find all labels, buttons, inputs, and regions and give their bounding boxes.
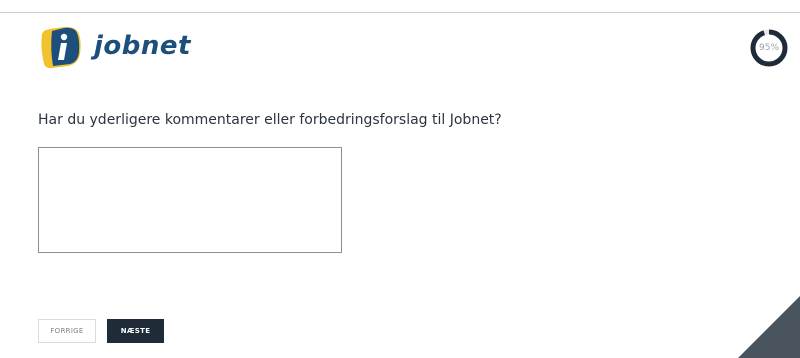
- progress-label: 95%: [758, 43, 779, 53]
- comment-textarea[interactable]: [38, 147, 342, 253]
- jobnet-logo-icon: [38, 26, 86, 70]
- logo-wordmark: jobnet: [94, 31, 191, 61]
- progress-indicator: 95%: [749, 28, 789, 68]
- jobnet-logo[interactable]: jobnet: [38, 26, 191, 70]
- next-button[interactable]: NÆSTE: [107, 319, 164, 343]
- top-border: [0, 12, 800, 13]
- question-text: Har du yderligere kommentarer eller forb…: [38, 112, 502, 128]
- previous-button[interactable]: FORRIGE: [38, 319, 96, 343]
- corner-decoration-icon: [738, 296, 800, 358]
